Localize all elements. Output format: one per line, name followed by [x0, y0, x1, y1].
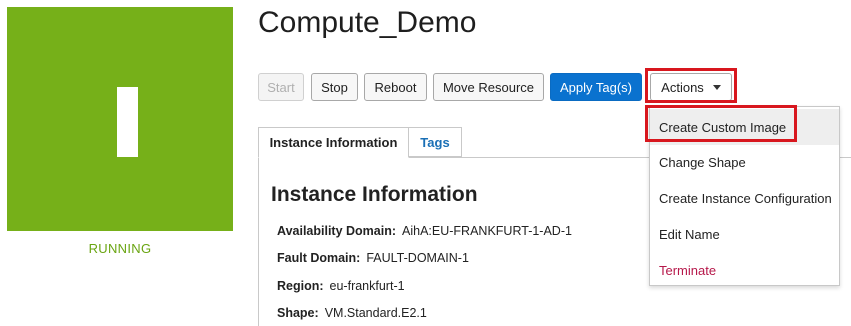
info-value: eu-frankfurt-1	[329, 279, 405, 293]
menu-item-terminate[interactable]: Terminate	[650, 252, 839, 288]
info-key: Availability Domain:	[277, 224, 397, 238]
info-value: FAULT-DOMAIN-1	[366, 251, 469, 265]
panel-border	[258, 157, 259, 326]
tab-tags[interactable]: Tags	[409, 127, 462, 157]
actions-dropdown-button[interactable]: Actions	[650, 73, 732, 101]
menu-item-create-instance-configuration[interactable]: Create Instance Configuration	[650, 180, 839, 216]
apply-tags-button[interactable]: Apply Tag(s)	[550, 73, 642, 101]
stop-button[interactable]: Stop	[311, 73, 358, 101]
actions-label: Actions	[661, 79, 704, 95]
info-value: AihA:EU-FRANKFURT-1-AD-1	[402, 224, 572, 238]
start-button[interactable]: Start	[258, 73, 304, 101]
tab-instance-information[interactable]: Instance Information	[258, 127, 409, 158]
section-title: Instance Information	[271, 183, 478, 206]
instance-running-icon	[117, 87, 138, 157]
info-key: Region:	[277, 279, 324, 293]
move-resource-button[interactable]: Move Resource	[433, 73, 544, 101]
info-row-fault-domain: Fault Domain: FAULT-DOMAIN-1	[277, 251, 469, 265]
menu-item-edit-name[interactable]: Edit Name	[650, 216, 839, 252]
info-row-shape: Shape: VM.Standard.E2.1	[277, 306, 427, 320]
menu-item-change-shape[interactable]: Change Shape	[650, 144, 839, 180]
info-value: VM.Standard.E2.1	[324, 306, 427, 320]
page-title: Compute_Demo	[258, 6, 477, 39]
info-key: Shape:	[277, 306, 319, 320]
info-row-availability-domain: Availability Domain: AihA:EU-FRANKFURT-1-…	[277, 224, 572, 238]
info-row-region: Region: eu-frankfurt-1	[277, 279, 405, 293]
info-key: Fault Domain:	[277, 251, 361, 265]
actions-menu: Create Custom Image Change Shape Create …	[649, 106, 840, 286]
reboot-button[interactable]: Reboot	[364, 73, 427, 101]
menu-item-create-custom-image[interactable]: Create Custom Image	[650, 109, 839, 145]
chevron-down-icon	[712, 84, 721, 90]
instance-status-label: RUNNING	[88, 241, 152, 256]
instance-status-tile	[7, 7, 233, 231]
